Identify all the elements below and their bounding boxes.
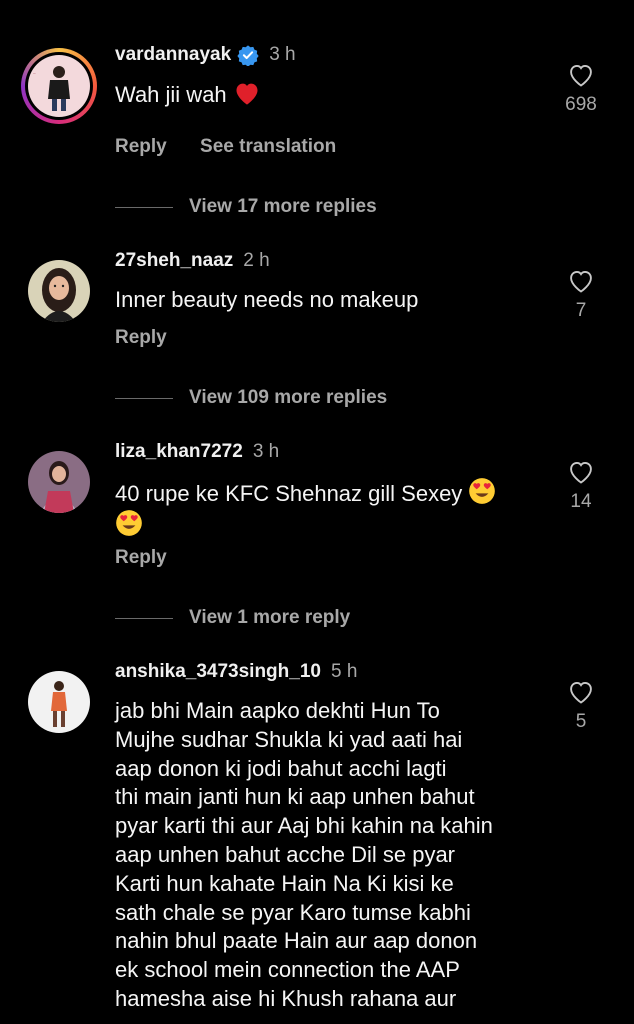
like-button[interactable]: 5 xyxy=(548,679,614,733)
like-count: 7 xyxy=(575,300,587,321)
avatar[interactable] xyxy=(28,260,90,322)
svg-text:~: ~ xyxy=(33,72,36,77)
comment-time: 3 h xyxy=(252,441,280,462)
like-count: 698 xyxy=(565,94,597,115)
divider-line xyxy=(115,617,173,619)
comment-line: Karti hun kahate Hain Na Ki kisi ke xyxy=(115,870,454,896)
see-translation-button[interactable]: See translation xyxy=(200,136,336,157)
username[interactable]: liza_khan7272 xyxy=(115,441,243,463)
comment-line: Mujhe sudhar Shukla ki yad aati hai xyxy=(115,726,463,752)
comment-text: Inner beauty needs no makeup xyxy=(115,287,419,312)
comment-line: nahin bhul paate Hain aur aap donon xyxy=(115,928,478,954)
view-more-label[interactable]: View 1 more reply xyxy=(189,607,350,629)
reply-button[interactable]: Reply xyxy=(115,327,167,348)
view-more-replies[interactable]: View 109 more replies xyxy=(115,387,387,409)
comment-time: 2 h xyxy=(243,250,270,271)
red-heart-icon xyxy=(236,83,258,105)
reply-button[interactable]: Reply xyxy=(115,547,167,568)
heart-outline-icon xyxy=(570,64,592,87)
comment-line: thi main janti hun ki aap unhen bahut xyxy=(115,784,475,810)
comment-line: ek school mein connection the AAP xyxy=(115,957,460,983)
story-ring[interactable]: ~ xyxy=(21,48,97,124)
username[interactable]: vardannayak xyxy=(115,44,231,66)
verified-badge-icon xyxy=(237,45,259,66)
view-more-replies[interactable]: View 1 more reply xyxy=(115,607,350,629)
comment-text: Wah jii wah xyxy=(115,82,227,107)
comment-text: jab bhi Main aapko dekhti Hun To Mujhe s… xyxy=(115,697,545,1014)
username[interactable]: 27sheh_naaz xyxy=(115,250,233,272)
like-button[interactable]: 7 xyxy=(548,268,614,322)
comment-line: pyar karti thi aur Aaj bhi kahin na kahi… xyxy=(115,813,493,839)
view-more-replies[interactable]: View 17 more replies xyxy=(115,196,377,218)
like-count: 14 xyxy=(570,491,592,512)
comment-time: 3 h xyxy=(269,44,296,65)
username[interactable]: anshika_3473singh_10 xyxy=(115,661,321,683)
like-count: 5 xyxy=(575,711,587,732)
comment-line: jab bhi Main aapko dekhti Hun To xyxy=(115,698,440,723)
comment-line: sath chale se pyar Karo tumse kabhi xyxy=(115,899,471,925)
avatar[interactable] xyxy=(28,671,90,733)
view-more-label[interactable]: View 109 more replies xyxy=(189,387,387,409)
divider-line xyxy=(115,397,173,399)
like-button[interactable]: 14 xyxy=(548,459,614,513)
heart-eyes-emoji-icon xyxy=(469,478,496,504)
comment-time: 5 h xyxy=(330,661,358,682)
heart-outline-icon xyxy=(570,681,592,704)
divider-line xyxy=(115,206,173,208)
heart-eyes-emoji-icon xyxy=(116,509,142,536)
comment-line: aap donon ki jodi bahut acchi lagti xyxy=(115,755,447,781)
comment-text: 40 rupe ke KFC Shehnaz gill Sexey xyxy=(115,481,463,506)
heart-outline-icon xyxy=(570,461,592,484)
heart-outline-icon xyxy=(570,270,592,293)
comment-line: hamesha aise hi Khush rahana aur xyxy=(115,985,457,1011)
view-more-label[interactable]: View 17 more replies xyxy=(189,196,377,218)
avatar[interactable]: ~ xyxy=(28,55,90,117)
avatar[interactable] xyxy=(28,451,90,513)
reply-button[interactable]: Reply xyxy=(115,136,167,157)
comment-line: aap unhen bahut acche Dil se pyar xyxy=(115,841,456,867)
like-button[interactable]: 698 xyxy=(548,62,614,116)
